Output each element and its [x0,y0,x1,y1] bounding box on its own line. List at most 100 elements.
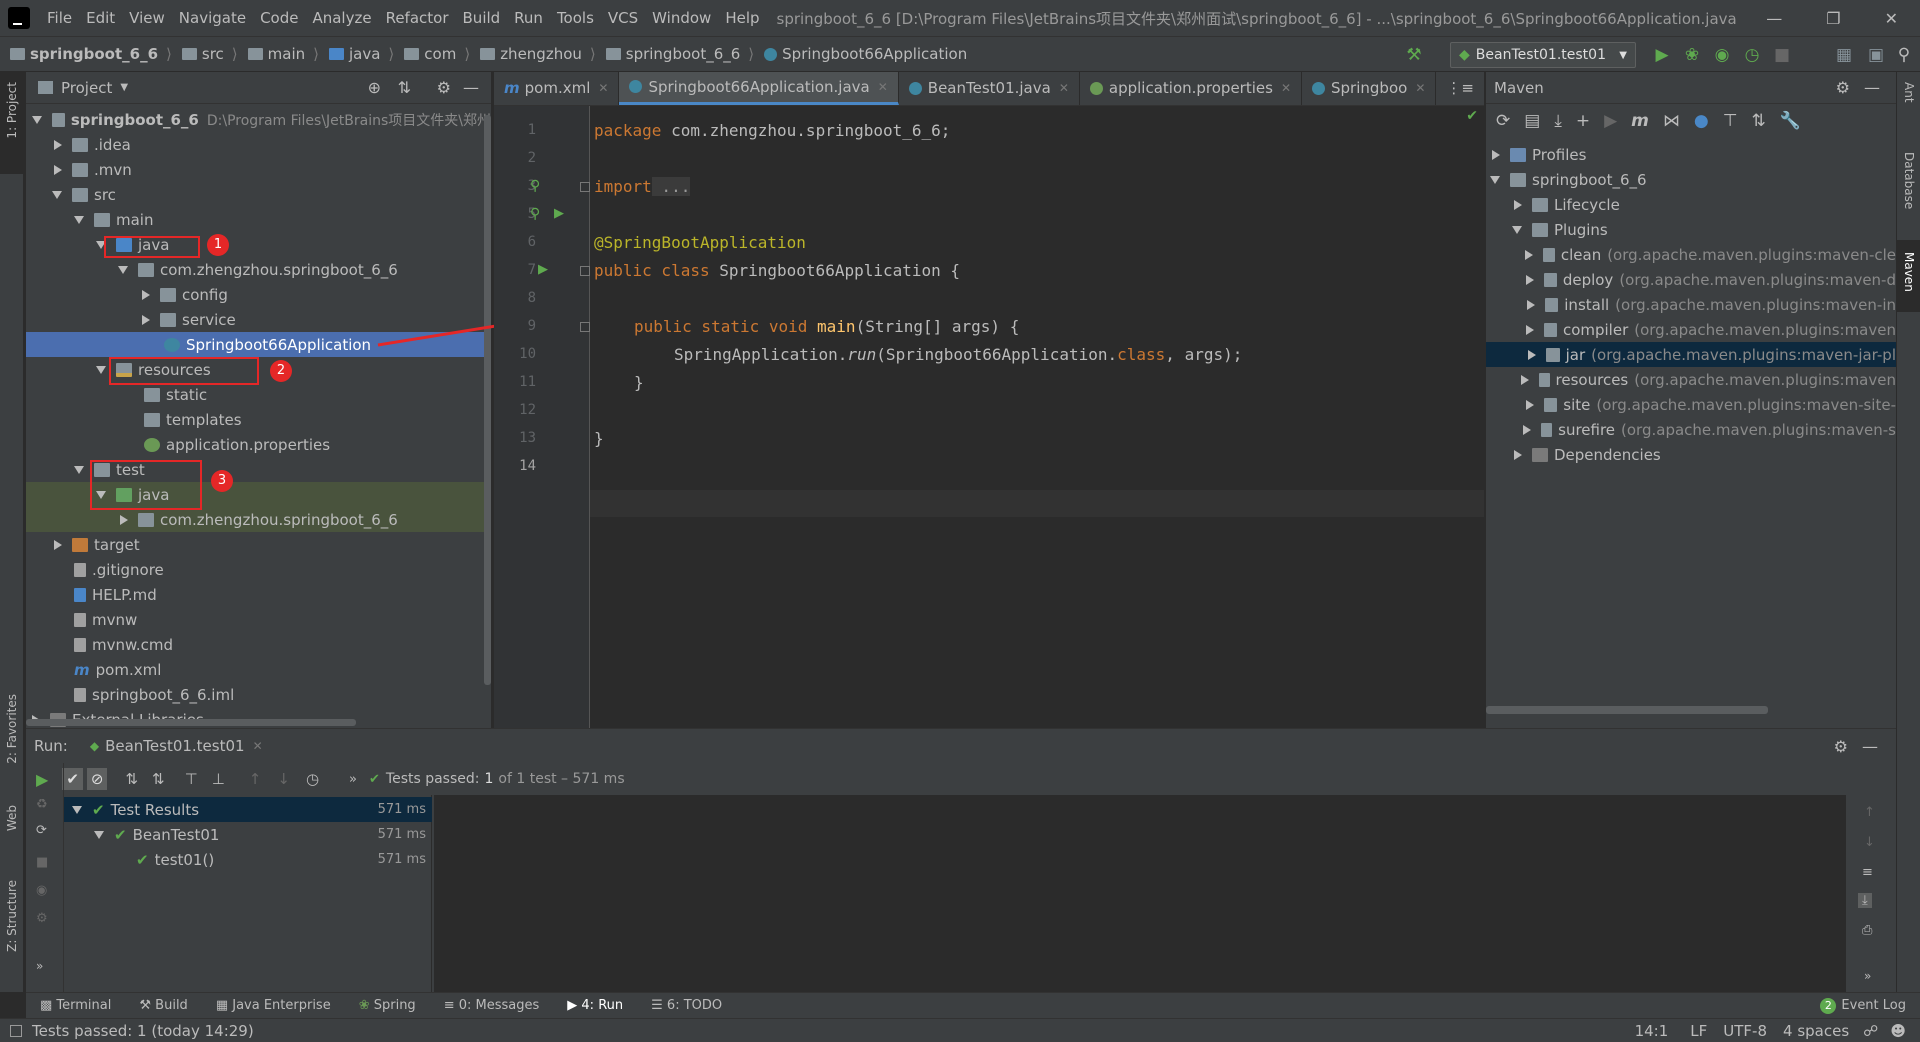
maven-node-plugins[interactable]: Plugins [1486,217,1896,242]
close-tab-icon[interactable]: ✕ [878,80,888,94]
maven-plugin-deploy[interactable]: deploy (org.apache.maven.plugins:maven-d [1486,267,1896,292]
project-view-select[interactable]: Project [61,79,112,97]
tree-node-mvnw-cmd[interactable]: mvnw.cmd [26,632,491,657]
tree-node-main[interactable]: main [26,207,491,232]
generate-sources-icon[interactable]: ▤ [1524,111,1540,131]
gear-icon[interactable]: ⚙ [1834,737,1848,756]
reload-icon[interactable]: ⟳ [1496,111,1510,131]
stop-icon[interactable]: ■ [1772,45,1792,65]
wrench-icon[interactable]: 🔧 [1780,111,1801,131]
locate-icon[interactable]: ⊕ [368,78,381,97]
menu-navigate[interactable]: Navigate [172,9,253,27]
tool-tab-messages[interactable]: ≡ 0: Messages [444,998,540,1013]
fold-icon[interactable] [580,266,590,276]
menu-tools[interactable]: Tools [550,9,601,27]
collapsed-arrow-icon[interactable] [1526,399,1535,410]
collapsed-arrow-icon[interactable] [1514,449,1522,460]
tool-tab-terminal[interactable]: ▩ Terminal [40,998,111,1013]
toggle-offline-icon[interactable]: ⋈ [1663,111,1680,131]
hide-icon[interactable]: — [1864,78,1880,97]
indent-setting[interactable]: 4 spaces [1783,1022,1849,1040]
maven-node-project[interactable]: springboot_6_6 [1486,167,1896,192]
maven-plugin-surefire[interactable]: surefire (org.apache.maven.plugins:maven-… [1486,417,1896,442]
file-encoding[interactable]: UTF-8 [1723,1022,1767,1040]
maven-plugin-resources[interactable]: resources (org.apache.maven.plugins:maven [1486,367,1896,392]
collapsed-arrow-icon[interactable] [142,289,150,300]
tool-tab-build[interactable]: ⚒ Build [139,998,187,1013]
tree-node-mvn[interactable]: .mvn [26,157,491,182]
layout-icon[interactable]: ▣ [1866,45,1886,65]
tree-node-templates[interactable]: templates [26,407,491,432]
tab-pom-xml[interactable]: m pom.xml ✕ [494,72,620,105]
profile-icon[interactable]: ◷ [1742,45,1762,65]
test-results-root[interactable]: ✔ Test Results 571 ms [64,797,432,822]
tool-windows-toggle-icon[interactable] [10,1024,22,1037]
previous-failed-icon[interactable]: ↑ [249,770,262,788]
tab-list-button[interactable]: ⋮≡ [1436,72,1484,105]
menu-view[interactable]: View [122,9,172,27]
add-icon[interactable]: + [1576,111,1590,131]
tree-node-package[interactable]: com.zhengzhou.springboot_6_6 [26,257,491,282]
tab-springboot-overflow[interactable]: Springboo ✕ [1302,72,1437,105]
coverage-icon[interactable]: ◉ [1712,45,1732,65]
run-gutter-icon[interactable]: ▶ [538,262,548,277]
run-config-select[interactable]: ◆ BeanTest01.test01 ▼ [1450,42,1636,68]
scroll-up-icon[interactable]: ↑ [1864,805,1875,820]
expand-arrow-icon[interactable] [118,265,128,274]
run-console[interactable] [434,795,1846,993]
show-ignored-icon[interactable]: ⊘ [86,768,108,790]
expand-arrow-icon[interactable] [32,115,43,124]
spring-bean-gutter-icon[interactable]: ⚲ [530,206,540,222]
maven-plugin-compiler[interactable]: compiler (org.apache.maven.plugins:maven [1486,317,1896,342]
menu-run[interactable]: Run [507,9,550,27]
tool-tab-favorites[interactable]: 2: Favorites [5,694,19,764]
run-icon[interactable]: ▶ [1652,45,1672,65]
fold-icon[interactable] [580,322,590,332]
camera-icon[interactable]: ◉ [36,883,47,898]
breadcrumb-src[interactable]: src ⟩ [172,45,238,63]
collapsed-arrow-icon[interactable] [54,539,62,550]
more-icon[interactable]: » [36,959,43,973]
collapse-all-icon[interactable]: ⇅ [1752,111,1766,131]
collapsed-arrow-icon[interactable] [54,139,62,150]
tab-springboot66application[interactable]: Springboot66Application.java ✕ [619,72,899,105]
test-history-icon[interactable]: ◷ [306,770,319,788]
menu-refactor[interactable]: Refactor [379,9,456,27]
tool-tab-web[interactable]: Web [5,805,19,831]
close-tab-icon[interactable]: ✕ [1415,81,1425,95]
spring-bean-gutter-icon[interactable]: ⚲ [530,178,540,194]
run-icon[interactable]: ▶ [1604,111,1617,131]
expand-arrow-icon[interactable] [52,190,62,199]
breadcrumb-com[interactable]: com ⟩ [394,45,470,63]
maven-plugin-clean[interactable]: clean (org.apache.maven.plugins:maven-cle [1486,242,1896,267]
tree-node-service[interactable]: service [26,307,491,332]
collapsed-arrow-icon[interactable] [54,164,62,175]
maven-node-lifecycle[interactable]: Lifecycle [1486,192,1896,217]
collapsed-arrow-icon[interactable] [142,314,150,325]
collapsed-arrow-icon[interactable] [1492,149,1500,160]
debug-icon[interactable]: ❀ [1682,45,1702,65]
gear-icon[interactable]: ⚙ [1836,78,1850,97]
expand-arrow-icon[interactable] [74,215,84,224]
tree-node-mvnw[interactable]: mvnw [26,607,491,632]
expand-arrow-icon[interactable] [72,805,82,814]
maven-node-profiles[interactable]: Profiles [1486,142,1896,167]
tool-tab-project[interactable]: 1: Project [5,82,19,139]
tree-node-help-md[interactable]: HELP.md [26,582,491,607]
soft-wrap-icon[interactable]: ≡ [1862,865,1873,880]
sort-duration-icon[interactable]: ⇅ [152,770,165,788]
more-icon[interactable]: » [1864,969,1871,983]
close-tab-icon[interactable]: ✕ [253,739,263,753]
print-icon[interactable]: ⎙ [1862,923,1872,938]
collapsed-arrow-icon[interactable] [1514,199,1522,210]
tree-node-config[interactable]: config [26,282,491,307]
tab-beantest01[interactable]: BeanTest01.java ✕ [899,72,1080,105]
expand-arrow-icon[interactable] [94,830,104,839]
tree-node-static[interactable]: static [26,382,491,407]
tool-tab-database[interactable]: Database [1902,152,1916,209]
execute-goal-icon[interactable]: m [1631,111,1649,131]
collapsed-arrow-icon[interactable] [1527,299,1536,310]
scroll-down-icon[interactable]: ↓ [1864,835,1875,850]
notifications-icon[interactable]: ☻ [1890,1022,1906,1040]
status-message[interactable]: Tests passed: 1 (today 14:29) [32,1022,254,1040]
